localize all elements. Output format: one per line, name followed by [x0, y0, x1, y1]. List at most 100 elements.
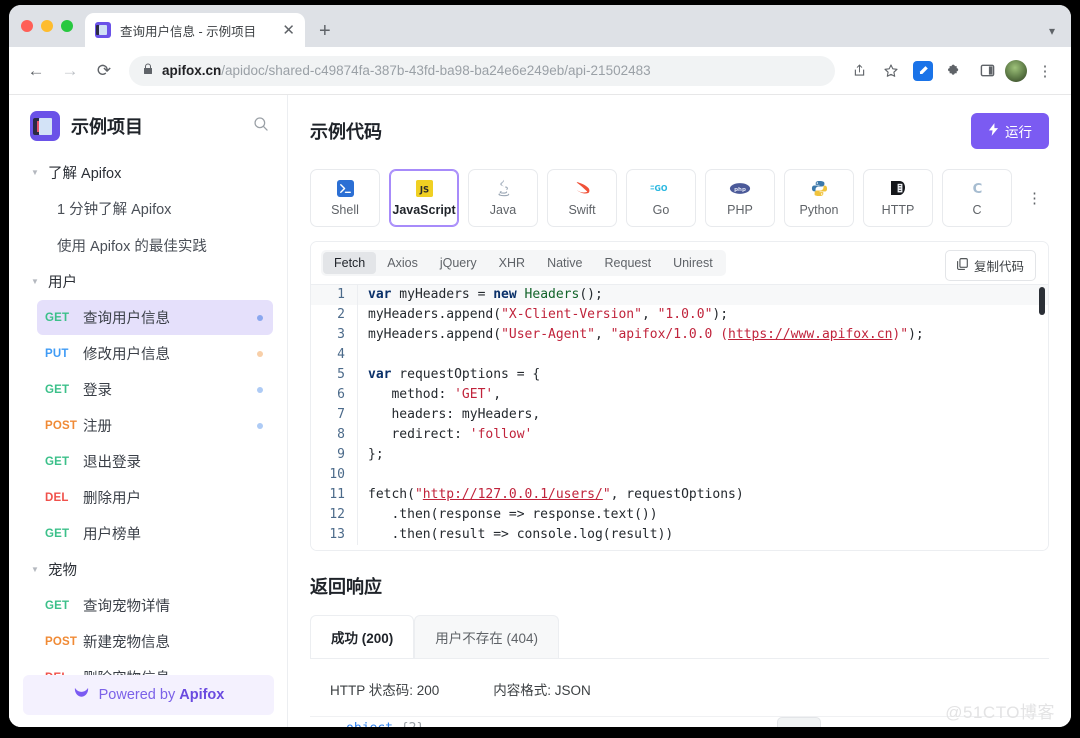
sidebar-api-item[interactable]: GET 查询宠物详情	[37, 588, 273, 623]
project-logo-icon	[30, 111, 60, 141]
browser-tab[interactable]: 查询用户信息 - 示例项目 ✕	[85, 13, 305, 47]
response-collapsed-control[interactable]	[777, 717, 821, 727]
sidebar-api-item[interactable]: DEL 删除用户	[37, 480, 273, 515]
code-tab-jquery[interactable]: jQuery	[429, 252, 488, 274]
forward-button[interactable]: →	[55, 56, 85, 86]
language-tab-swift[interactable]: Swift	[547, 169, 617, 227]
response-meta: HTTP 状态码: 200 内容格式: JSON	[330, 679, 1029, 699]
sidebar-group-宠物[interactable]: ▼ 宠物	[9, 552, 287, 587]
code-tab-native[interactable]: Native	[536, 252, 593, 274]
code-text: fetch("http://127.0.0.1/users/", request…	[357, 485, 1048, 505]
code-line: 7 headers: myHeaders,	[311, 405, 1048, 425]
sidebar-brand: 示例项目	[9, 95, 287, 155]
code-text: .then(result => console.log(result))	[357, 525, 1048, 545]
close-window-button[interactable]	[21, 20, 33, 32]
reload-button[interactable]: ⟳	[89, 56, 119, 86]
language-tab-label: C	[972, 203, 982, 217]
sidebar-group-label: 了解 Apifox	[48, 166, 122, 182]
language-tab-javascript[interactable]: JS JavaScript	[389, 169, 459, 227]
sidebar-group-用户[interactable]: ▼ 用户	[9, 264, 287, 299]
code-scrollbar-thumb[interactable]	[1039, 287, 1045, 315]
line-number: 13	[329, 527, 345, 542]
tab-list-chevron-down-icon[interactable]: ▾	[1049, 24, 1055, 38]
language-tab-go[interactable]: GO Go	[626, 169, 696, 227]
tab-title: 查询用户信息 - 示例项目	[120, 24, 257, 39]
language-more-icon[interactable]: ⋮	[1021, 189, 1048, 207]
response-tab[interactable]: 成功 (200)	[310, 615, 415, 658]
bookmark-star-icon[interactable]	[877, 57, 905, 85]
code-line: 6 method: 'GET',	[311, 385, 1048, 405]
language-tab-label: Shell	[331, 203, 359, 217]
language-tab-http[interactable]: HTTP	[863, 169, 933, 227]
sidebar-api-item[interactable]: POST 新建宠物信息	[37, 624, 273, 659]
line-number: 3	[337, 327, 345, 342]
language-tab-python[interactable]: Python	[784, 169, 854, 227]
sidebar-api-item[interactable]: PUT 修改用户信息	[37, 336, 273, 371]
response-meta-item: 内容格式: JSON	[493, 683, 591, 698]
sidebar-api-item[interactable]: GET 用户榜单	[37, 516, 273, 551]
sidebar-api-item[interactable]: GET 退出登录	[37, 444, 273, 479]
code-tab-axios[interactable]: Axios	[376, 252, 429, 274]
powered-by-apifox[interactable]: Powered by Apifox	[23, 675, 274, 715]
avatar[interactable]	[1005, 59, 1027, 82]
api-method-badge: DEL	[45, 491, 69, 504]
code-tab-fetch[interactable]: Fetch	[323, 252, 377, 274]
run-button[interactable]: 运行	[971, 113, 1049, 149]
code-text	[357, 465, 1048, 485]
sidebar-group-了解 Apifox[interactable]: ▼ 了解 Apifox	[9, 155, 287, 190]
language-tab-c[interactable]: CC	[942, 169, 1012, 227]
maximize-window-button[interactable]	[61, 20, 73, 32]
share-icon[interactable]	[845, 57, 873, 85]
powered-prefix: Powered by	[98, 687, 180, 703]
puzzle-extension-icon[interactable]	[941, 57, 969, 85]
back-button[interactable]: ←	[21, 56, 51, 86]
language-tab-shell[interactable]: Shell	[310, 169, 380, 227]
code-library-tabs: Fetch Axios jQuery XHR Native Request Unirest …	[311, 242, 1048, 284]
apifox-logo-icon	[73, 686, 90, 705]
sidebar-doc-item[interactable]: 1 分钟了解 Apifox	[9, 190, 287, 227]
language-tab-java[interactable]: Java	[468, 169, 538, 227]
pencil-extension-icon[interactable]	[909, 57, 937, 85]
api-method-badge: POST	[45, 419, 78, 432]
url-text: apifox.cn/apidoc/shared-c49874fa-387b-43…	[162, 63, 651, 78]
copy-code-label: 复制代码	[973, 260, 1024, 274]
code-text: headers: myHeaders,	[357, 405, 1048, 425]
run-button-label: 运行	[1005, 125, 1032, 140]
sidebar-api-item[interactable]: GET 查询用户信息	[37, 300, 273, 335]
search-icon[interactable]	[253, 116, 269, 136]
new-tab-button[interactable]: +	[319, 21, 331, 41]
lock-icon	[143, 63, 153, 78]
code-tab-unirest[interactable]: Unirest	[662, 252, 724, 274]
language-tab-php[interactable]: php PHP	[705, 169, 775, 227]
code-line: 13 .then(result => console.log(result))	[311, 525, 1048, 545]
copy-code-button[interactable]: 复制代码	[944, 250, 1036, 281]
code-text: var requestOptions = {	[357, 365, 1048, 385]
svg-text:JS: JS	[418, 185, 428, 195]
sidebar-api-item[interactable]: POST 注册	[37, 408, 273, 443]
code-text: myHeaders.append("User-Agent", "apifox/1…	[357, 325, 1048, 345]
line-number: 6	[337, 387, 345, 402]
svg-text:C: C	[972, 182, 982, 197]
response-root-node[interactable]: object {2}	[330, 721, 1029, 727]
close-tab-icon[interactable]: ✕	[282, 23, 295, 38]
copy-icon	[957, 258, 968, 273]
line-number: 12	[329, 507, 345, 522]
line-number: 7	[337, 407, 345, 422]
javascript-icon: JS	[415, 179, 433, 197]
code-editor[interactable]: 1 var myHeaders = new Headers(); 2 myHeader…	[311, 284, 1048, 550]
sidebar-doc-item[interactable]: 使用 Apifox 的最佳实践	[9, 227, 287, 264]
api-method-badge: GET	[45, 455, 70, 468]
svg-text:php: php	[734, 186, 746, 192]
sidebar-api-item[interactable]: GET 登录	[37, 372, 273, 407]
side-panel-icon[interactable]	[973, 57, 1001, 85]
address-bar[interactable]: apifox.cn/apidoc/shared-c49874fa-387b-43…	[129, 55, 835, 86]
project-name: 示例项目	[71, 117, 143, 137]
response-tab[interactable]: 用户不存在 (404)	[414, 615, 560, 658]
code-line: 5 var requestOptions = {	[311, 365, 1048, 385]
minimize-window-button[interactable]	[41, 20, 53, 32]
url-host: apifox.cn	[162, 63, 222, 78]
kebab-menu-icon[interactable]: ⋮	[1031, 57, 1059, 85]
response-root-type: object	[346, 721, 393, 727]
code-tab-xhr[interactable]: XHR	[488, 252, 536, 274]
code-tab-request[interactable]: Request	[594, 252, 663, 274]
